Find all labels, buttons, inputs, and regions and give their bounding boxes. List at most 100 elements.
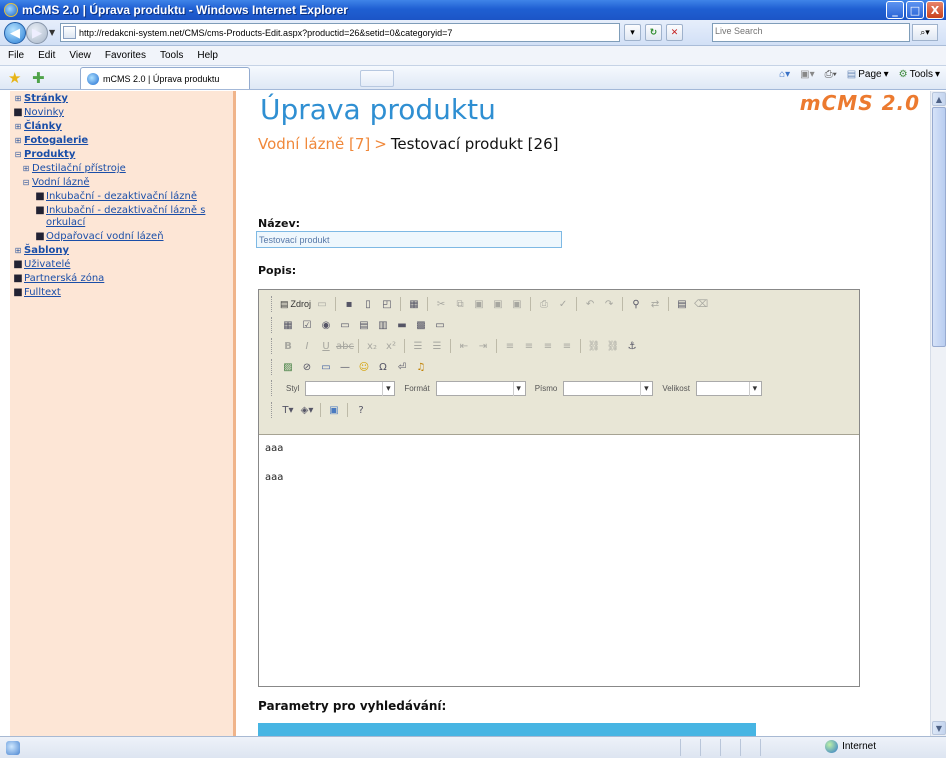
sidebar-link[interactable]: Vodní lázně: [32, 177, 89, 189]
menu-tools[interactable]: Tools: [160, 50, 183, 61]
sidebar-item-clanky[interactable]: ⊞ Články: [12, 121, 233, 133]
name-field[interactable]: [256, 231, 562, 248]
sidebar-item-inkubacni-lazne[interactable]: ■ Inkubační - dezaktivační lázně: [12, 191, 233, 203]
history-dropdown-icon[interactable]: ▼: [49, 28, 55, 37]
page-scrollbar[interactable]: ▲ ▼: [930, 91, 946, 736]
button-field-icon[interactable]: ▬: [394, 317, 410, 333]
indent-icon[interactable]: ⇥: [475, 338, 491, 354]
expand-icon[interactable]: ⊞: [12, 93, 24, 105]
sidebar-link[interactable]: Inkubační - dezaktivační lázně s orkulac…: [46, 205, 233, 229]
sidebar-link[interactable]: Články: [24, 121, 62, 133]
url-input[interactable]: [79, 27, 599, 38]
hidden-field-icon[interactable]: ▭: [432, 317, 448, 333]
copy-icon[interactable]: ⧉: [452, 296, 468, 312]
breadcrumb-category-link[interactable]: Vodní lázně [7]: [258, 135, 370, 153]
sidebar-link[interactable]: Partnerská zóna: [24, 273, 104, 285]
sidebar-item-stranky[interactable]: ⊞ Stránky: [12, 93, 233, 105]
refresh-icon[interactable]: ↻: [645, 24, 662, 41]
page-break-icon[interactable]: ⏎: [394, 359, 410, 375]
scroll-up-icon[interactable]: ▲: [932, 92, 946, 106]
special-char-icon[interactable]: Ω: [375, 359, 391, 375]
editor-content-area[interactable]: aaa aaa: [259, 435, 859, 686]
sidebar-link[interactable]: Šablony: [24, 245, 69, 257]
smiley-icon[interactable]: ☺: [356, 359, 372, 375]
collapse-icon[interactable]: ⊟: [12, 149, 24, 161]
new-tab-button[interactable]: [360, 70, 394, 87]
align-center-icon[interactable]: ≡: [521, 338, 537, 354]
feeds-icon[interactable]: ▣▾: [800, 69, 814, 80]
sidebar-item-partnerska-zona[interactable]: ■ Partnerská zóna: [12, 273, 233, 285]
expand-icon[interactable]: ⊞: [12, 121, 24, 133]
save-icon[interactable]: ▪: [341, 296, 357, 312]
sidebar-item-novinky[interactable]: ■ Novinky: [12, 107, 233, 119]
bold-icon[interactable]: B: [280, 338, 296, 354]
size-select[interactable]: [695, 380, 762, 396]
minimize-button[interactable]: _: [886, 1, 904, 19]
select-field-icon[interactable]: ▥: [375, 317, 391, 333]
add-favorite-icon[interactable]: ✚: [32, 69, 45, 87]
sidebar-item-vodni-lazne[interactable]: ⊟ Vodní lázně: [12, 177, 233, 189]
menu-edit[interactable]: Edit: [38, 50, 55, 61]
help-icon[interactable]: ?: [353, 402, 369, 418]
collapse-icon[interactable]: ⊟: [20, 177, 32, 189]
unlink-icon[interactable]: ⛓: [605, 338, 621, 354]
replace-icon[interactable]: ⇄: [647, 296, 663, 312]
background-color-icon[interactable]: ◈▾: [299, 402, 315, 418]
subscript-icon[interactable]: x₂: [364, 338, 380, 354]
redo-icon[interactable]: ↷: [601, 296, 617, 312]
textarea-icon[interactable]: ▤: [356, 317, 372, 333]
select-all-icon[interactable]: ▤: [674, 296, 690, 312]
url-box[interactable]: [60, 23, 620, 42]
browser-tab[interactable]: mCMS 2.0 | Úprava produktu: [80, 67, 250, 89]
sidebar-item-uzivatele[interactable]: ■ Uživatelé: [12, 259, 233, 271]
security-zone[interactable]: Internet: [825, 740, 876, 753]
print-icon[interactable]: ⎙▾: [825, 69, 837, 80]
format-select[interactable]: [435, 380, 526, 396]
search-box[interactable]: [712, 23, 910, 42]
expand-icon[interactable]: ⊞: [12, 245, 24, 257]
forward-button[interactable]: ▶: [26, 22, 48, 44]
preview-icon[interactable]: ▭: [314, 296, 330, 312]
find-icon[interactable]: ⚲: [628, 296, 644, 312]
favorites-star-icon[interactable]: ★: [8, 69, 21, 87]
scroll-down-icon[interactable]: ▼: [932, 721, 946, 735]
align-justify-icon[interactable]: ≡: [559, 338, 575, 354]
sidebar-item-inkubacni-lazne-orkulace[interactable]: ■ Inkubační - dezaktivační lázně s orkula…: [12, 205, 233, 229]
sidebar-link[interactable]: Produkty: [24, 149, 75, 161]
text-color-icon[interactable]: T▾: [280, 402, 296, 418]
strike-icon[interactable]: abc: [336, 338, 354, 354]
sidebar-item-produkty[interactable]: ⊟ Produkty: [12, 149, 233, 161]
sidebar-link[interactable]: Fulltext: [24, 287, 61, 299]
expand-icon[interactable]: ⊞: [20, 163, 32, 175]
tools-menu[interactable]: ⚙ Tools ▾: [899, 69, 940, 80]
sidebar-item-destilacni-pristroje[interactable]: ⊞ Destilační přístroje: [12, 163, 233, 175]
underline-icon[interactable]: U: [318, 338, 334, 354]
image-button-icon[interactable]: ▩: [413, 317, 429, 333]
sidebar-item-fotogalerie[interactable]: ⊞ Fotogalerie: [12, 135, 233, 147]
sidebar-link[interactable]: Inkubační - dezaktivační lázně: [46, 191, 197, 203]
outdent-icon[interactable]: ⇤: [456, 338, 472, 354]
sidebar-item-odparovaci-lazen[interactable]: ■ Odpařovací vodní lázeň: [12, 231, 233, 243]
maximize-editor-icon[interactable]: ▣: [326, 402, 342, 418]
italic-icon[interactable]: I: [299, 338, 315, 354]
superscript-icon[interactable]: x²: [383, 338, 399, 354]
menu-view[interactable]: View: [69, 50, 91, 61]
sidebar-item-fulltext[interactable]: ■ Fulltext: [12, 287, 233, 299]
print-preview-icon[interactable]: ◰: [379, 296, 395, 312]
remove-format-icon[interactable]: ⌫: [693, 296, 709, 312]
paste-text-icon[interactable]: ▣: [490, 296, 506, 312]
paste-icon[interactable]: ▣: [471, 296, 487, 312]
scroll-thumb[interactable]: [932, 107, 946, 347]
spellcheck-icon[interactable]: ✓: [555, 296, 571, 312]
anchor-icon[interactable]: ⚓: [624, 338, 640, 354]
table-icon[interactable]: ▭: [318, 359, 334, 375]
radio-icon[interactable]: ◉: [318, 317, 334, 333]
image-icon[interactable]: ▨: [280, 359, 296, 375]
sidebar-link[interactable]: Fotogalerie: [24, 135, 88, 147]
sidebar-link[interactable]: Uživatelé: [24, 259, 70, 271]
link-icon[interactable]: ⛓: [586, 338, 602, 354]
maximize-button[interactable]: □: [906, 1, 924, 19]
url-dropdown-icon[interactable]: ▾: [624, 24, 641, 41]
checkbox-icon[interactable]: ☑: [299, 317, 315, 333]
sidebar-link[interactable]: Odpařovací vodní lázeň: [46, 231, 164, 243]
